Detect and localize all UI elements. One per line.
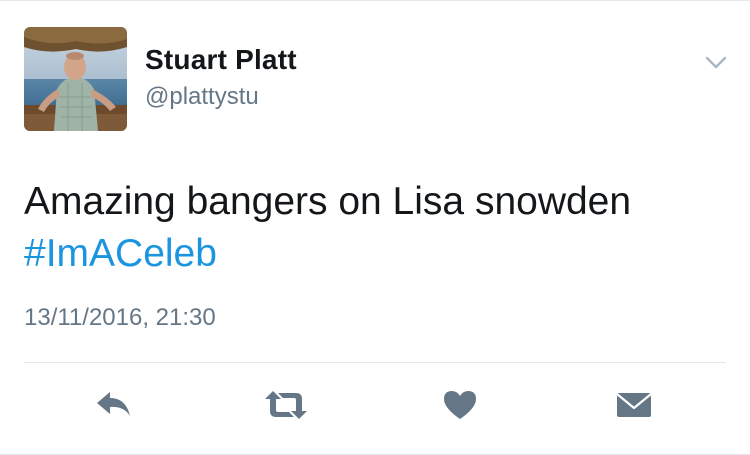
tweet-card: Stuart Platt @plattystu Amazing bangers … (0, 0, 750, 455)
author-name[interactable]: Stuart Platt (145, 44, 297, 76)
tweet-timestamp[interactable]: 13/11/2016, 21:30 (24, 304, 216, 332)
like-icon (443, 390, 477, 425)
tweet-body: Amazing bangers on Lisa snowden (24, 180, 632, 223)
avatar[interactable] (24, 27, 127, 131)
author-handle[interactable]: @plattystu (145, 83, 259, 111)
chevron-down-icon[interactable] (704, 52, 728, 72)
divider (24, 362, 726, 363)
tweet-text: Amazing bangers on Lisa snowden #ImACele… (24, 176, 631, 280)
reply-icon (94, 390, 134, 425)
direct-message-icon (615, 390, 653, 425)
reply-button[interactable] (92, 388, 136, 426)
direct-message-button[interactable] (612, 388, 656, 426)
retweet-button[interactable] (264, 388, 308, 426)
hashtag-link[interactable]: #ImACeleb (24, 228, 631, 280)
retweet-icon (263, 390, 309, 425)
like-button[interactable] (438, 388, 482, 426)
